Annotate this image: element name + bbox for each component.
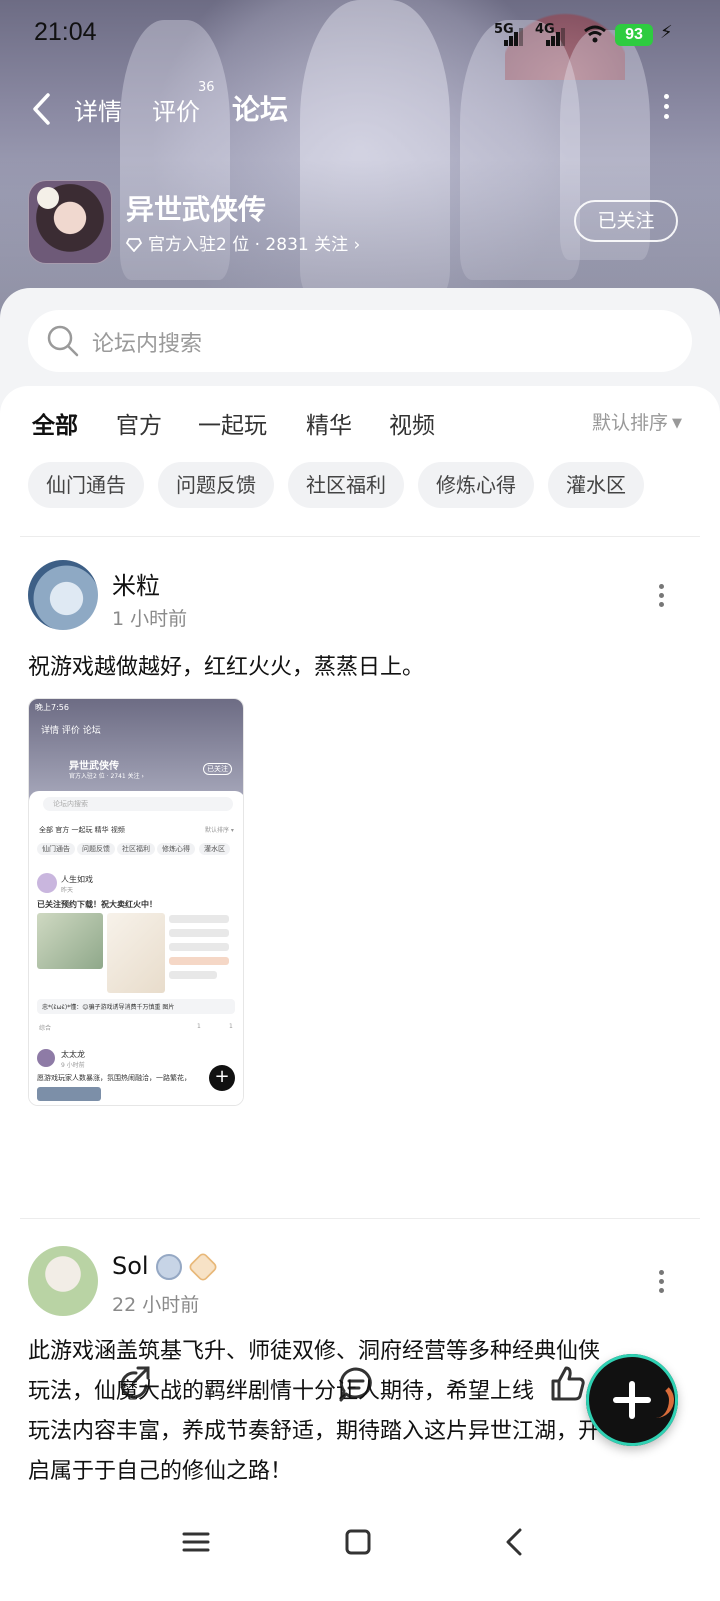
sort-label: 默认排序 xyxy=(591,412,668,434)
post-time: 22 小时前 xyxy=(112,1294,200,1316)
charging-icon: ⚡ xyxy=(660,22,673,43)
thumb-user2: 太太龙 xyxy=(61,1050,85,1059)
tab-details[interactable]: 详情 xyxy=(74,92,122,127)
status-time: 21:04 xyxy=(34,18,97,46)
thumb-image xyxy=(37,913,103,969)
post-time: 1 小时前 xyxy=(112,608,188,630)
post-text-line: 此游戏涵盖筑基飞升、师徒双修、洞府经营等多种经典仙侠 xyxy=(28,1339,601,1364)
post-image-screenshot[interactable]: 晚上7:56 详情 评价 论坛 异世武侠传 官方入驻2 位 · 2741 关注 … xyxy=(28,698,244,1106)
hero-banner: 21:04 5G 4G 93 ⚡ 详情 评价 36 论坛 异世武侠传 官方入驻2… xyxy=(0,0,720,320)
thumb-line xyxy=(169,971,217,979)
game-subtitle[interactable]: 官方入驻2 位 · 2831 关注 › xyxy=(126,230,360,255)
top-navigation: 详情 评价 36 论坛 xyxy=(0,80,720,132)
thumb-chip: 修炼心得 xyxy=(157,843,195,855)
create-post-button[interactable] xyxy=(586,1354,678,1446)
game-title: 异世武侠传 xyxy=(126,193,267,226)
thumb-follow: 已关注 xyxy=(203,763,232,775)
diamond-icon xyxy=(126,238,142,252)
thumb-subtitle: 官方入驻2 位 · 2741 关注 › xyxy=(69,773,144,780)
search-icon xyxy=(47,325,79,357)
thumb-image xyxy=(37,1087,101,1101)
thumb-comment-count: 1 xyxy=(197,1023,201,1030)
category-featured[interactable]: 精华 xyxy=(306,406,352,440)
chip-chat[interactable]: 灌水区 xyxy=(548,462,644,508)
reviews-count-badge: 36 xyxy=(198,80,215,95)
menu-icon[interactable] xyxy=(176,1522,216,1562)
chip-announcements[interactable]: 仙门通告 xyxy=(28,462,144,508)
avatar[interactable] xyxy=(28,1246,98,1316)
chip-feedback[interactable]: 问题反馈 xyxy=(158,462,274,508)
thumb-chip: 灌水区 xyxy=(199,843,230,855)
search-input[interactable]: 论坛内搜索 xyxy=(92,326,202,358)
chevron-down-icon: ▼ xyxy=(672,416,682,431)
thumb-user1: 人生如戏 xyxy=(61,875,93,884)
chip-tips[interactable]: 修炼心得 xyxy=(418,462,534,508)
tab-reviews[interactable]: 评价 xyxy=(152,92,200,127)
tab-forum[interactable]: 论坛 xyxy=(232,88,289,132)
game-app-icon[interactable] xyxy=(28,180,112,264)
category-play-together[interactable]: 一起玩 xyxy=(198,406,267,440)
category-official[interactable]: 官方 xyxy=(116,406,162,440)
thumb-chip: 社区福利 xyxy=(117,843,155,855)
post-text-line: 启属于于自己的修仙之路！ xyxy=(28,1459,293,1484)
post-text[interactable]: 祝游戏越做越好，红红火火，蒸蒸日上。 xyxy=(28,648,688,688)
thumb-image xyxy=(107,913,165,993)
thumb-chip: 问题反馈 xyxy=(77,843,115,855)
system-navigation-bar xyxy=(0,1500,720,1601)
thumb-avatar xyxy=(37,873,57,893)
signal-icon xyxy=(504,26,524,46)
thumb-like-count: 1 xyxy=(229,1023,233,1030)
thumb-categories: 全部 官方 一起玩 精华 视频 xyxy=(39,826,125,834)
thumb-footer-left: 综合 xyxy=(39,1025,52,1032)
category-all[interactable]: 全部 xyxy=(32,406,78,440)
thumb-tabs: 详情 评价 论坛 xyxy=(41,726,101,736)
chip-welfare[interactable]: 社区福利 xyxy=(288,462,404,508)
game-header: 异世武侠传 官方入驻2 位 · 2831 关注 › 已关注 xyxy=(28,180,692,264)
thumb-line xyxy=(169,929,229,937)
chevron-left-icon[interactable] xyxy=(28,92,58,126)
divider xyxy=(20,536,700,537)
home-square-icon[interactable] xyxy=(338,1522,378,1562)
game-subtitle-text: 官方入驻2 位 · 2831 关注 › xyxy=(148,235,361,255)
thumb-user1-time: 昨天 xyxy=(61,887,74,894)
back-chevron-icon[interactable] xyxy=(496,1522,536,1562)
thumb-line xyxy=(169,943,229,951)
thumb-plus-icon: + xyxy=(209,1065,235,1091)
level-badge-icon xyxy=(187,1251,219,1283)
post-more-icon[interactable] xyxy=(658,1270,664,1294)
follow-button[interactable]: 已关注 xyxy=(574,200,678,242)
thumb-chip: 仙门通告 xyxy=(37,843,75,855)
category-tabs: 全部 官方 一起玩 精华 视频 默认排序 ▼ xyxy=(0,406,720,446)
official-badge-icon xyxy=(156,1254,182,1280)
thumb-user2-time: 9 小时前 xyxy=(61,1062,85,1069)
signal-icon xyxy=(546,26,566,46)
post-username[interactable]: 米粒 xyxy=(112,566,160,601)
divider xyxy=(20,1218,700,1219)
thumb-comment: 忠*(ὲωὲ)*懂：😊骗子游戏诱导消费千万慎重 图片 xyxy=(37,999,235,1014)
thumb-title: 异世武侠传 xyxy=(69,761,119,772)
more-vertical-icon[interactable] xyxy=(662,94,670,124)
thumb-post1: 已关注预约下载！祝大卖红火中！ xyxy=(37,900,157,909)
wifi-icon xyxy=(584,25,606,43)
battery-indicator: 93 xyxy=(615,24,653,46)
post-username[interactable]: Sol xyxy=(112,1252,149,1280)
status-bar: 21:04 5G 4G 93 ⚡ xyxy=(0,18,720,54)
sort-dropdown[interactable]: 默认排序 ▼ xyxy=(592,408,682,435)
thumb-sort: 默认排序 ▾ xyxy=(205,827,234,834)
thumb-line xyxy=(169,957,229,965)
thumb-hero xyxy=(29,699,243,801)
thumb-search: 论坛内搜索 xyxy=(43,797,233,811)
plus-icon xyxy=(629,1381,635,1419)
thumb-line xyxy=(169,915,229,923)
thumb-time: 晚上7:56 xyxy=(35,703,69,712)
post-more-icon[interactable] xyxy=(658,584,664,608)
thumb-avatar xyxy=(37,1049,55,1067)
category-video[interactable]: 视频 xyxy=(389,406,435,440)
search-bar[interactable]: 论坛内搜索 xyxy=(28,310,692,372)
avatar[interactable] xyxy=(28,560,98,630)
thumb-post2: 愿游戏玩家人数暴涨，氛围热闹融洽，一路繁花， xyxy=(37,1074,191,1082)
